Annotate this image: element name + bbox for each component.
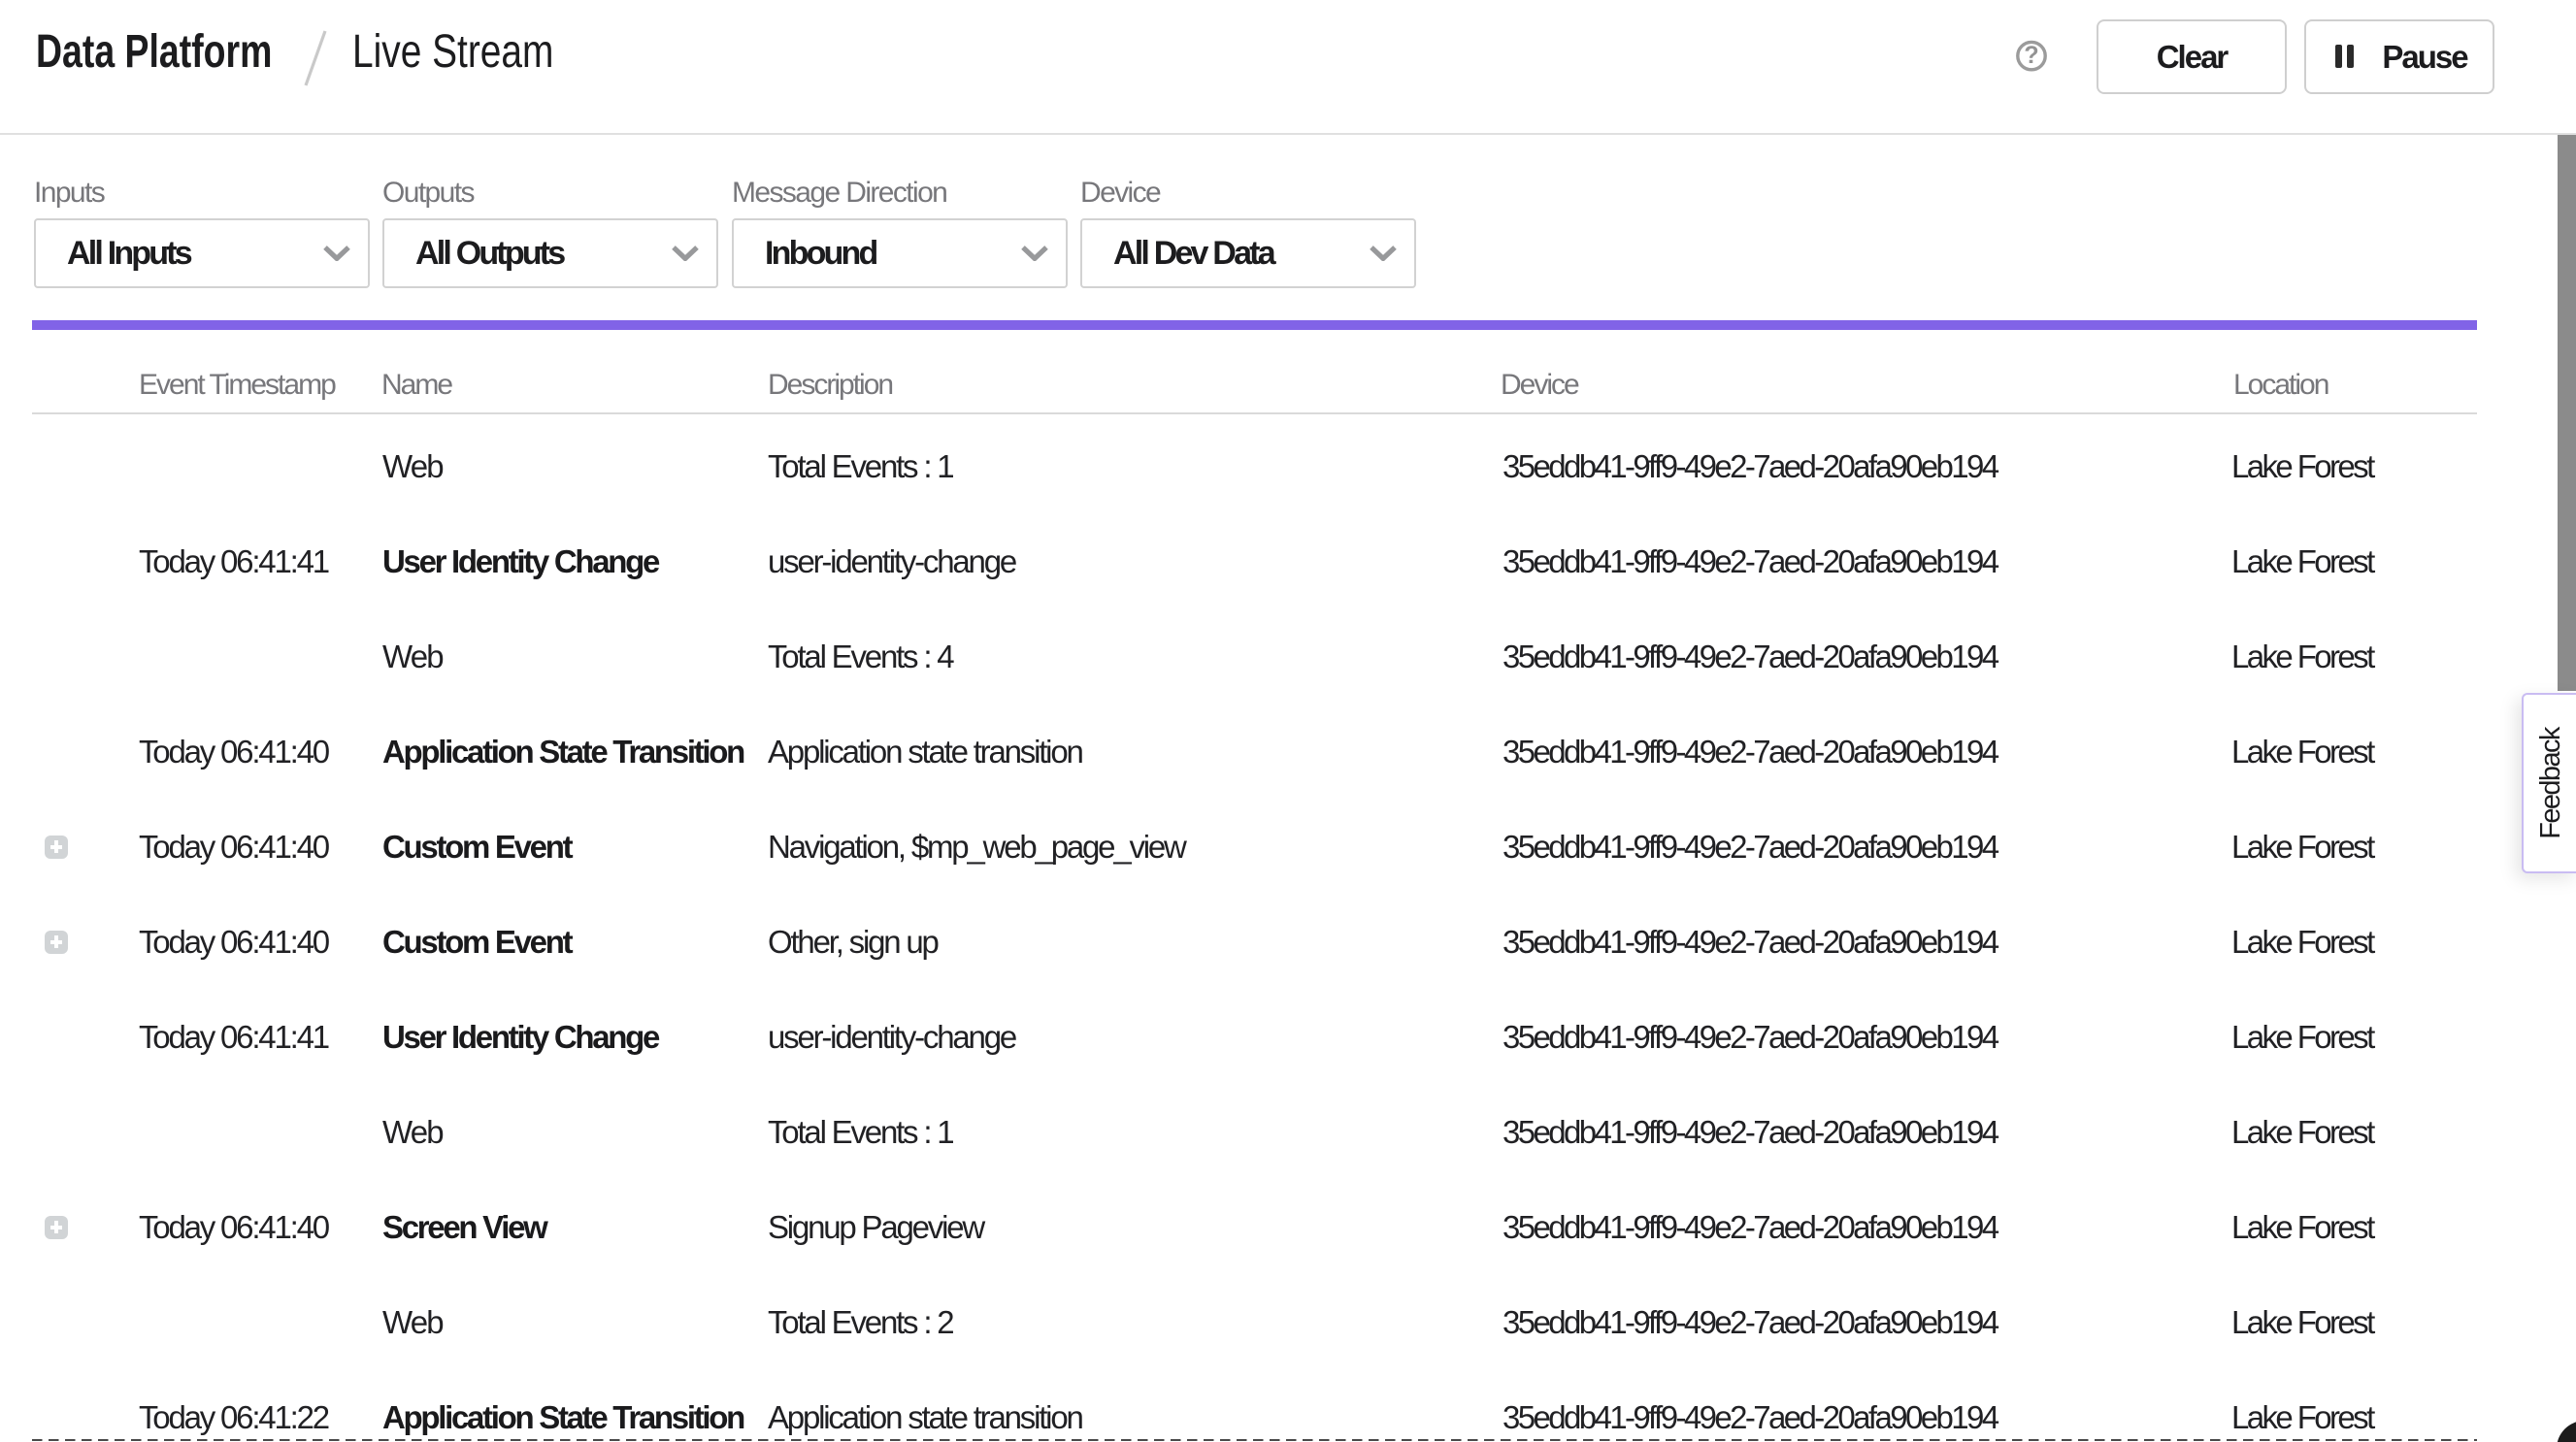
svg-text:?: ? <box>2024 42 2038 69</box>
